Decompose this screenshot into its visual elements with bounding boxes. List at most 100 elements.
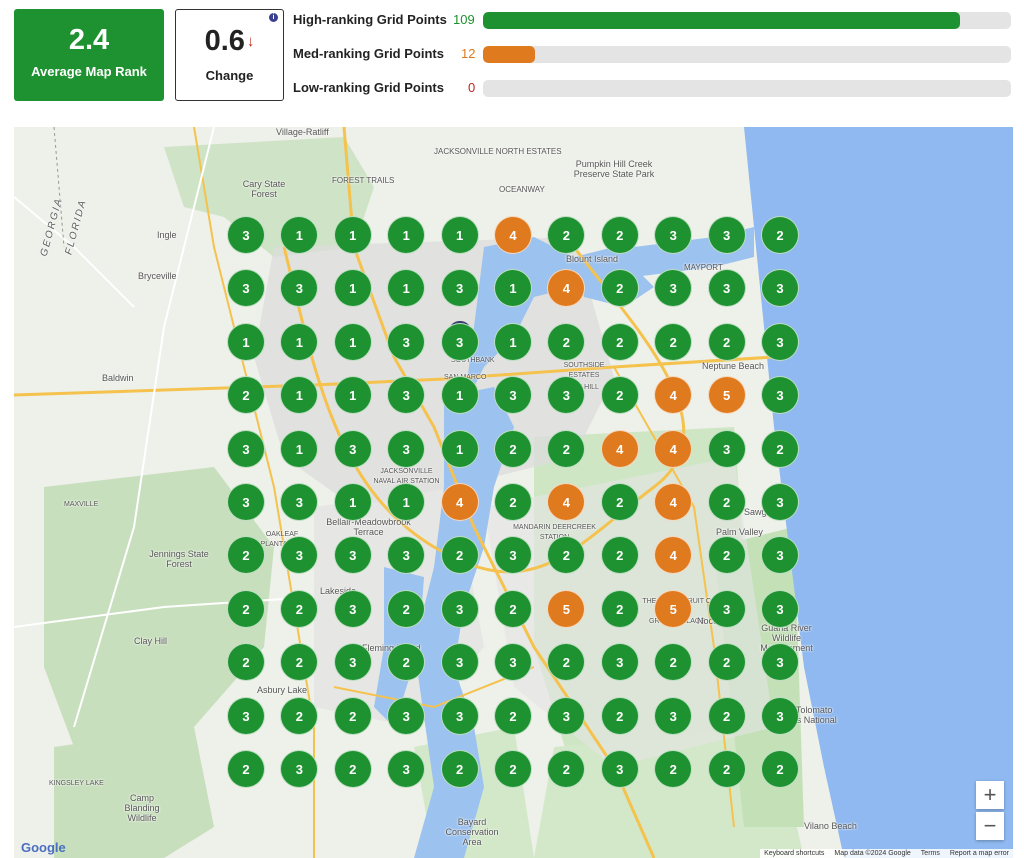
grid-point[interactable]: 3 bbox=[707, 216, 746, 254]
grid-point[interactable]: 3 bbox=[333, 429, 372, 468]
grid-point[interactable]: 1 bbox=[494, 322, 532, 361]
grid-point[interactable]: 2 bbox=[387, 589, 426, 628]
grid-point[interactable]: 3 bbox=[761, 589, 799, 628]
grid-point[interactable]: 2 bbox=[600, 269, 639, 308]
grid-point[interactable]: 3 bbox=[761, 322, 799, 361]
grid-point[interactable]: 2 bbox=[761, 750, 799, 788]
grid-point[interactable]: 3 bbox=[387, 322, 426, 361]
grid-point[interactable]: 1 bbox=[387, 483, 426, 521]
grid-point[interactable]: 3 bbox=[494, 643, 532, 682]
grid-point[interactable]: 1 bbox=[333, 483, 372, 521]
grid-point[interactable]: 3 bbox=[387, 429, 426, 468]
grid-point[interactable]: 3 bbox=[227, 483, 265, 521]
grid-point[interactable]: 2 bbox=[440, 536, 479, 575]
grid-point[interactable]: 1 bbox=[333, 322, 372, 361]
grid-point[interactable]: 2 bbox=[600, 322, 639, 361]
grid-point[interactable]: 3 bbox=[707, 269, 746, 308]
grid-point[interactable]: 2 bbox=[654, 750, 693, 788]
grid-point[interactable]: 2 bbox=[494, 429, 532, 468]
grid-point[interactable]: 2 bbox=[547, 429, 586, 468]
grid-point[interactable]: 3 bbox=[440, 322, 479, 361]
grid-point[interactable]: 2 bbox=[600, 536, 639, 575]
grid-point[interactable]: 3 bbox=[547, 696, 586, 735]
grid-point[interactable]: 2 bbox=[707, 483, 746, 521]
grid-point[interactable]: 2 bbox=[280, 589, 319, 628]
grid-point[interactable]: 3 bbox=[707, 429, 746, 468]
grid-point[interactable]: 3 bbox=[440, 589, 479, 628]
grid-point[interactable]: 2 bbox=[707, 750, 746, 788]
grid-point[interactable]: 1 bbox=[440, 429, 479, 468]
grid-point[interactable]: 1 bbox=[440, 216, 479, 254]
grid-point[interactable]: 3 bbox=[707, 589, 746, 628]
grid-point[interactable]: 2 bbox=[227, 750, 265, 788]
grid-point[interactable]: 5 bbox=[547, 589, 586, 628]
grid-point[interactable]: 1 bbox=[387, 216, 426, 254]
grid-point[interactable]: 2 bbox=[707, 643, 746, 682]
grid-point[interactable]: 3 bbox=[761, 696, 799, 735]
grid-point[interactable]: 2 bbox=[654, 322, 693, 361]
grid-point[interactable]: 5 bbox=[654, 589, 693, 628]
grid-point[interactable]: 2 bbox=[280, 696, 319, 735]
grid-point[interactable]: 3 bbox=[654, 696, 693, 735]
grid-point[interactable]: 3 bbox=[600, 750, 639, 788]
grid-point[interactable]: 1 bbox=[333, 376, 372, 415]
zoom-out-button[interactable]: − bbox=[976, 812, 1004, 840]
grid-point[interactable]: 2 bbox=[707, 322, 746, 361]
grid-point[interactable]: 3 bbox=[440, 696, 479, 735]
grid-point[interactable]: 2 bbox=[707, 696, 746, 735]
grid-point[interactable]: 2 bbox=[227, 376, 265, 415]
grid-point[interactable]: 2 bbox=[494, 483, 532, 521]
zoom-in-button[interactable]: + bbox=[976, 781, 1004, 809]
grid-point[interactable]: 1 bbox=[280, 322, 319, 361]
grid-point[interactable]: 3 bbox=[387, 750, 426, 788]
grid-point[interactable]: 3 bbox=[333, 536, 372, 575]
grid-point[interactable]: 2 bbox=[440, 750, 479, 788]
grid-point[interactable]: 2 bbox=[761, 429, 799, 468]
terms-link[interactable]: Terms bbox=[921, 850, 940, 857]
grid-point[interactable]: 4 bbox=[654, 429, 693, 468]
grid-point[interactable]: 3 bbox=[654, 216, 693, 254]
grid-point[interactable]: 2 bbox=[600, 589, 639, 628]
grid-point[interactable]: 2 bbox=[227, 589, 265, 628]
grid-point[interactable]: 2 bbox=[494, 696, 532, 735]
grid-point[interactable]: 3 bbox=[227, 429, 265, 468]
grid-point[interactable]: 2 bbox=[547, 322, 586, 361]
grid-point[interactable]: 3 bbox=[761, 643, 799, 682]
grid-point[interactable]: 3 bbox=[227, 216, 265, 254]
grid-point[interactable]: 1 bbox=[227, 322, 265, 361]
grid-point[interactable]: 3 bbox=[761, 483, 799, 521]
grid-point[interactable]: 3 bbox=[440, 643, 479, 682]
map-view[interactable]: Village-Ratliff JACKSONVILLE NORTH ESTAT… bbox=[14, 127, 1013, 858]
grid-point[interactable]: 2 bbox=[761, 216, 799, 254]
grid-point[interactable]: 3 bbox=[494, 376, 532, 415]
grid-point[interactable]: 3 bbox=[761, 376, 799, 415]
grid-point[interactable]: 3 bbox=[227, 696, 265, 735]
grid-point[interactable]: 4 bbox=[494, 216, 532, 254]
grid-point[interactable]: 1 bbox=[280, 429, 319, 468]
grid-point[interactable]: 3 bbox=[333, 589, 372, 628]
grid-point[interactable]: 4 bbox=[600, 429, 639, 468]
report-map-error-link[interactable]: Report a map error bbox=[950, 850, 1009, 857]
grid-point[interactable]: 1 bbox=[440, 376, 479, 415]
grid-point[interactable]: 3 bbox=[333, 643, 372, 682]
grid-point[interactable]: 1 bbox=[333, 216, 372, 254]
grid-point[interactable]: 2 bbox=[494, 589, 532, 628]
grid-point[interactable]: 3 bbox=[600, 643, 639, 682]
grid-point[interactable]: 2 bbox=[600, 216, 639, 254]
grid-point[interactable]: 4 bbox=[654, 483, 693, 521]
grid-point[interactable]: 2 bbox=[600, 376, 639, 415]
info-icon[interactable]: i bbox=[269, 13, 278, 22]
grid-point[interactable]: 2 bbox=[333, 750, 372, 788]
grid-point[interactable]: 2 bbox=[600, 483, 639, 521]
grid-point[interactable]: 5 bbox=[707, 376, 746, 415]
grid-point[interactable]: 2 bbox=[707, 536, 746, 575]
grid-point[interactable]: 2 bbox=[600, 696, 639, 735]
grid-point[interactable]: 3 bbox=[440, 269, 479, 308]
grid-point[interactable]: 4 bbox=[440, 483, 479, 521]
grid-point[interactable]: 2 bbox=[494, 750, 532, 788]
grid-point[interactable]: 1 bbox=[333, 269, 372, 308]
keyboard-shortcuts-link[interactable]: Keyboard shortcuts bbox=[764, 850, 824, 857]
grid-point[interactable]: 2 bbox=[227, 643, 265, 682]
grid-point[interactable]: 2 bbox=[333, 696, 372, 735]
grid-point[interactable]: 3 bbox=[387, 696, 426, 735]
